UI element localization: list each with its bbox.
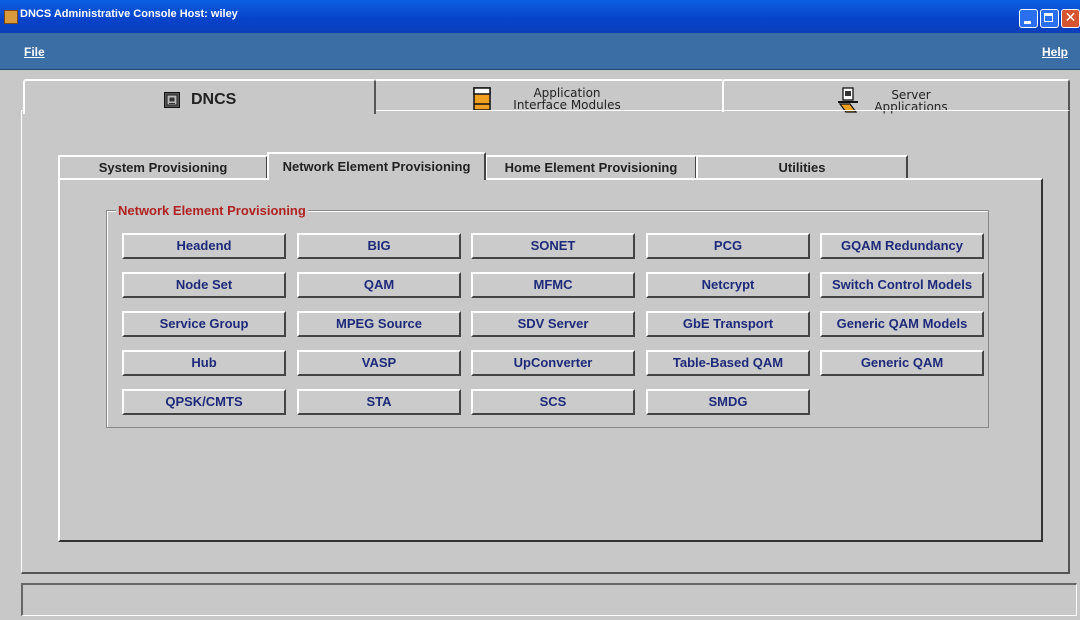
big-button[interactable]: BIG (297, 233, 461, 259)
app-icon[interactable] (4, 10, 18, 24)
close-icon[interactable]: ✕ (1061, 9, 1080, 28)
tab-dncs-label: DNCS (191, 91, 237, 108)
service-group-button[interactable]: Service Group (122, 311, 286, 337)
sonet-button[interactable]: SONET (471, 233, 635, 259)
subtab-utilities[interactable]: Utilities (696, 155, 908, 179)
menu-bar: File Help (0, 33, 1080, 70)
sta-button[interactable]: STA (297, 389, 461, 415)
subtab-home-element-provisioning[interactable]: Home Element Provisioning (485, 155, 697, 179)
qam-button[interactable]: QAM (297, 272, 461, 298)
menu-file[interactable]: File (24, 45, 45, 59)
menu-help[interactable]: Help (1042, 45, 1068, 59)
upconverter-button[interactable]: UpConverter (471, 350, 635, 376)
tab-dncs[interactable]: DNCS (23, 79, 376, 114)
window-title: DNCS Administrative Console Host: wiley (20, 8, 238, 20)
smdg-button[interactable]: SMDG (646, 389, 810, 415)
pcg-button[interactable]: PCG (646, 233, 810, 259)
generic-qam-button[interactable]: Generic QAM (820, 350, 984, 376)
switch-control-models-button[interactable]: Switch Control Models (820, 272, 984, 298)
qpsk-cmts-button[interactable]: QPSK/CMTS (122, 389, 286, 415)
dncs-monitor-icon (164, 92, 180, 112)
subtab-network-element-provisioning[interactable]: Network Element Provisioning (267, 152, 486, 180)
sdv-server-button[interactable]: SDV Server (471, 311, 635, 337)
group-title: Network Element Provisioning (116, 203, 308, 218)
vasp-button[interactable]: VASP (297, 350, 461, 376)
mfmc-button[interactable]: MFMC (471, 272, 635, 298)
minimize-icon[interactable] (1019, 9, 1038, 28)
mpeg-source-button[interactable]: MPEG Source (297, 311, 461, 337)
netcrypt-button[interactable]: Netcrypt (646, 272, 810, 298)
tab-application-interface-modules[interactable]: Application Interface Modules (374, 79, 724, 112)
hub-button[interactable]: Hub (122, 350, 286, 376)
gbe-transport-button[interactable]: GbE Transport (646, 311, 810, 337)
maximize-icon[interactable] (1040, 9, 1059, 28)
title-bar: DNCS Administrative Console Host: wiley … (0, 0, 1080, 33)
table-based-qam-button[interactable]: Table-Based QAM (646, 350, 810, 376)
gqam-redundancy-button[interactable]: GQAM Redundancy (820, 233, 984, 259)
subtab-system-provisioning[interactable]: System Provisioning (58, 155, 268, 179)
generic-qam-models-button[interactable]: Generic QAM Models (820, 311, 984, 337)
headend-button[interactable]: Headend (122, 233, 286, 259)
node-set-button[interactable]: Node Set (122, 272, 286, 298)
scs-button[interactable]: SCS (471, 389, 635, 415)
tab-server-applications[interactable]: Server Applications (722, 79, 1070, 114)
status-bar (21, 583, 1077, 616)
